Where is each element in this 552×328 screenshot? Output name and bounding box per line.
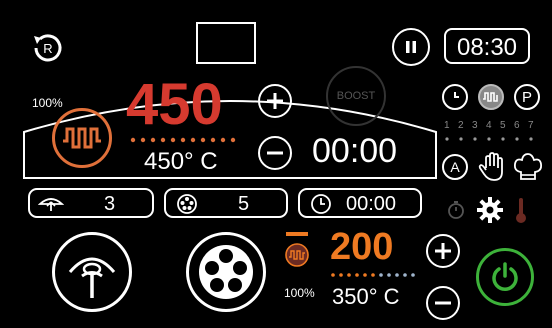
- heater-bar-indicator: [286, 232, 308, 236]
- auto-a-icon: A: [450, 159, 460, 175]
- clock-text: 08:30: [456, 34, 518, 61]
- bottom-heater-level-dots: [331, 273, 415, 277]
- bottom-heater-decrease-button[interactable]: [426, 286, 460, 320]
- boost-button[interactable]: BOOST: [326, 66, 386, 126]
- top-heater-increase-button[interactable]: [258, 84, 292, 118]
- chef-hat-icon[interactable]: [512, 152, 544, 182]
- pause-button[interactable]: [392, 28, 430, 66]
- gear-icon[interactable]: [476, 196, 504, 224]
- fan-icon: [38, 194, 64, 212]
- mode-clock-button[interactable]: [442, 84, 468, 110]
- heating-coil-icon: [482, 90, 500, 104]
- top-heater-timer[interactable]: 00:00: [312, 132, 397, 171]
- minus-icon: [266, 144, 284, 162]
- program-step[interactable]: 1: [444, 120, 450, 131]
- mode-program-button[interactable]: P: [514, 84, 540, 110]
- steam-level-pill[interactable]: 5: [164, 188, 288, 218]
- mode-heater-button[interactable]: [478, 84, 504, 110]
- steam-holes-icon: [176, 193, 198, 215]
- clock-icon: [448, 90, 462, 104]
- auto-mode-button[interactable]: A: [442, 154, 468, 180]
- heating-coil-icon: [284, 242, 310, 268]
- fan-level-value: 3: [104, 193, 116, 215]
- program-step[interactable]: 4: [486, 120, 492, 131]
- program-step[interactable]: 3: [472, 120, 478, 131]
- fan-level-pill[interactable]: 3: [28, 188, 154, 218]
- reset-icon: R: [26, 26, 70, 70]
- bottom-heater-actual-temp: 350° C: [332, 284, 400, 309]
- program-step[interactable]: 2: [458, 120, 464, 131]
- thermometer-icon[interactable]: [514, 196, 528, 224]
- top-heater-decrease-button[interactable]: [258, 136, 292, 170]
- program-step-dots: [445, 137, 533, 141]
- power-button[interactable]: [476, 248, 534, 306]
- program-step[interactable]: 6: [514, 120, 520, 131]
- bottom-heater-increase-button[interactable]: [426, 234, 460, 268]
- top-heater-actual-temp: 450° C: [144, 148, 218, 175]
- bottom-heater-setpoint: 200: [330, 226, 394, 268]
- fan-mode-button[interactable]: [52, 232, 132, 312]
- top-heater-setpoint: 450: [126, 72, 223, 137]
- top-heater-level-dots: [130, 137, 236, 143]
- heating-coil-icon: [55, 111, 109, 165]
- bottom-heater-element-button[interactable]: [282, 232, 312, 278]
- program-p-icon: P: [521, 88, 532, 106]
- timer-pill[interactable]: 00:00: [298, 188, 422, 218]
- timer-pill-value: 00:00: [346, 193, 397, 215]
- bottom-heater-power-percent: 100%: [284, 286, 315, 300]
- program-step[interactable]: 5: [500, 120, 506, 131]
- steam-level-value: 5: [238, 193, 250, 215]
- pause-icon: [403, 39, 419, 55]
- plus-icon: [434, 242, 452, 260]
- status-display-box: [196, 22, 256, 64]
- power-icon: [489, 261, 521, 293]
- top-heater-element-button[interactable]: [52, 108, 112, 168]
- steam-holes-icon: [196, 242, 256, 302]
- program-steps: 1 2 3 4 5 6 7: [444, 120, 544, 134]
- top-heater-power-percent: 100%: [32, 96, 63, 110]
- plus-icon: [266, 92, 284, 110]
- manual-hand-icon[interactable]: [478, 152, 506, 182]
- minus-icon: [434, 294, 452, 312]
- program-step[interactable]: 7: [528, 120, 534, 131]
- timer-icon[interactable]: [446, 200, 466, 220]
- boost-label: BOOST: [336, 90, 376, 102]
- svg-text:R: R: [43, 41, 52, 56]
- reset-button[interactable]: R: [26, 26, 70, 70]
- clock-display[interactable]: 08:30: [444, 28, 530, 64]
- fan-icon: [62, 242, 122, 302]
- steam-mode-button[interactable]: [186, 232, 266, 312]
- clock-icon: [310, 193, 332, 215]
